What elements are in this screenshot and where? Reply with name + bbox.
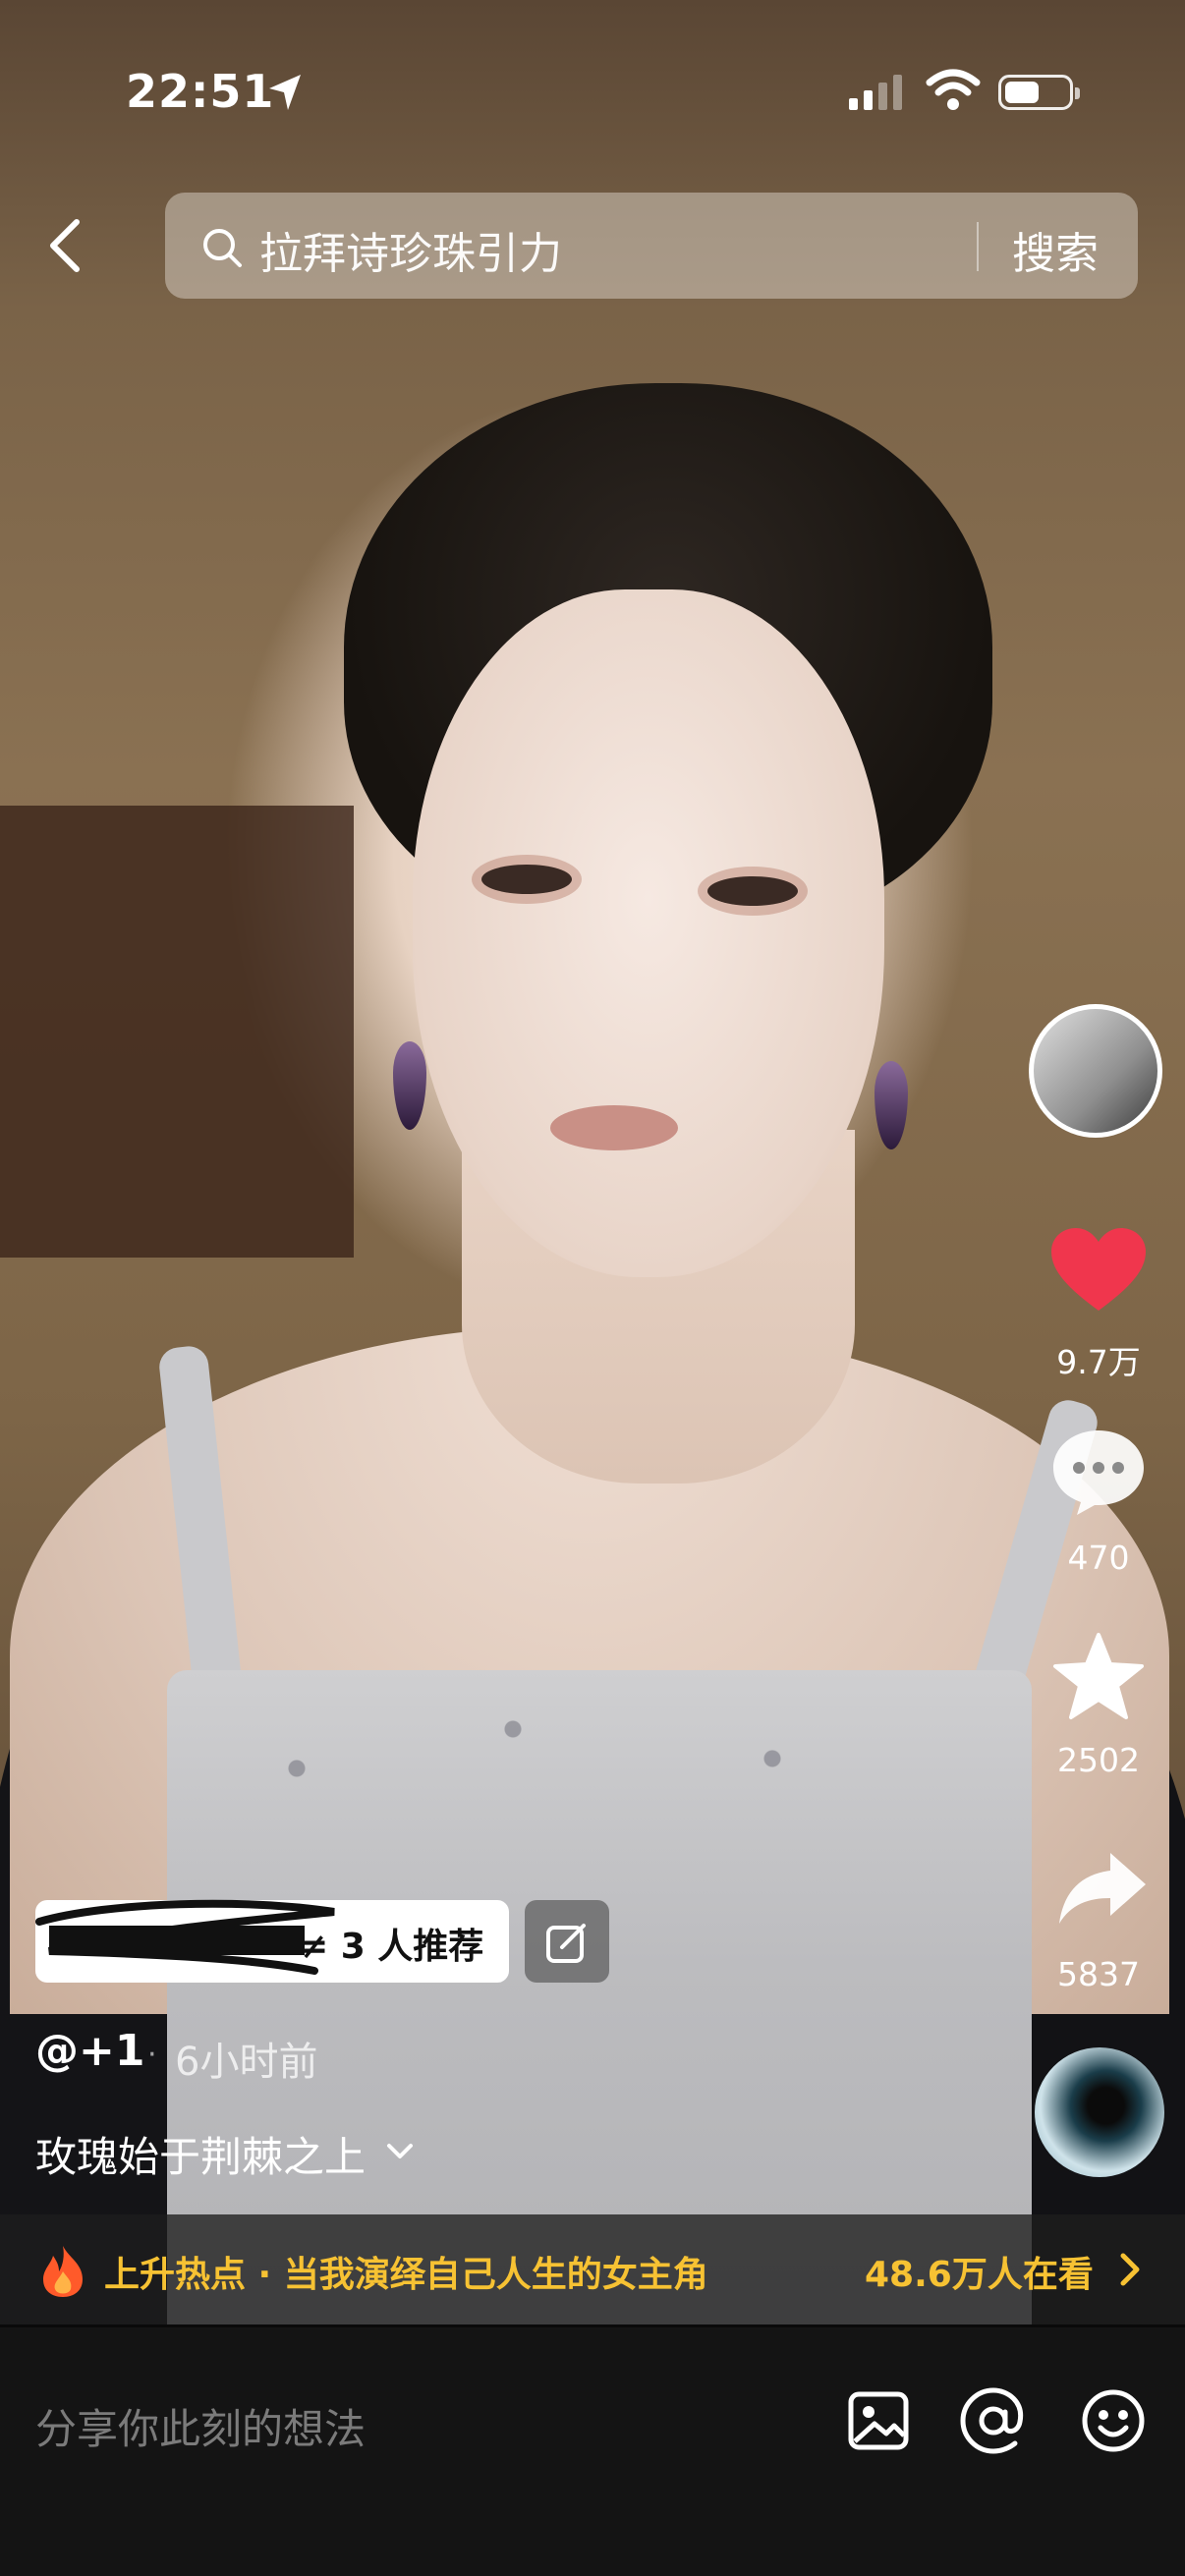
comment-bubble-icon[interactable] xyxy=(1049,1427,1148,1517)
music-disc[interactable] xyxy=(1035,2047,1164,2177)
trending-topic: 上升热点 · 当我演绎自己人生的女主角 xyxy=(104,2255,708,2295)
status-time: 22:51 xyxy=(126,65,275,118)
back-chevron-icon[interactable] xyxy=(37,214,100,277)
background-panel xyxy=(0,806,354,1258)
cellular-signal-icon xyxy=(849,75,902,110)
author-handle[interactable]: @+1 xyxy=(35,2026,144,2076)
earring-right xyxy=(875,1061,908,1149)
image-icon[interactable] xyxy=(845,2386,914,2455)
trending-viewers: 48.6万人在看 xyxy=(865,2255,1094,2295)
share-count: 5837 xyxy=(1057,1955,1140,1993)
redaction-scribble xyxy=(35,1899,335,1975)
earring-left xyxy=(393,1041,426,1130)
chevron-down-icon[interactable] xyxy=(385,2140,415,2163)
location-arrow-icon xyxy=(269,75,301,110)
post-caption[interactable]: 玫瑰始于荆棘之上 xyxy=(35,2124,366,2184)
favorite-count: 2502 xyxy=(1057,1741,1140,1779)
star-icon[interactable] xyxy=(1051,1631,1146,1721)
comment-bar: 分享你此刻的想法 xyxy=(0,2324,1185,2576)
fire-icon xyxy=(43,2246,83,2297)
heart-icon[interactable] xyxy=(1049,1226,1148,1315)
search-input[interactable]: 拉拜诗珍珠引力 xyxy=(259,218,562,281)
recommend-pill[interactable]: ≠ 3 人推荐 xyxy=(35,1899,509,1983)
battery-icon xyxy=(998,75,1080,110)
like-count: 9.7万 xyxy=(1056,1343,1141,1381)
trending-bar[interactable]: 上升热点 · 当我演绎自己人生的女主角 48.6万人在看 xyxy=(0,2214,1185,2324)
video-screen[interactable]: 22:51 拉拜诗珍珠引力 搜索 9.7万 470 2502 5837 ≠ 3 … xyxy=(0,0,1185,2576)
comment-input[interactable]: 分享你此刻的想法 xyxy=(35,2396,366,2456)
left-eye xyxy=(481,865,572,894)
search-bar[interactable]: 拉拜诗珍珠引力 搜索 xyxy=(165,193,1138,299)
comment-count: 470 xyxy=(1067,1539,1130,1577)
post-time: 6小时前 xyxy=(175,2040,318,2085)
separator-dot: · xyxy=(147,2038,157,2072)
chevron-right-icon xyxy=(1120,2253,1140,2286)
face xyxy=(413,589,884,1277)
lips xyxy=(550,1105,678,1150)
at-icon[interactable] xyxy=(959,2386,1028,2455)
recommend-text: ≠ 3 人推荐 xyxy=(299,1927,484,1967)
edit-button[interactable] xyxy=(525,1900,609,1983)
search-icon xyxy=(203,229,242,267)
search-divider xyxy=(977,222,979,271)
emoji-icon[interactable] xyxy=(1079,2386,1148,2455)
search-button[interactable]: 搜索 xyxy=(1012,218,1099,281)
edit-icon xyxy=(546,1924,586,1963)
wifi-icon xyxy=(926,69,981,110)
share-arrow-icon[interactable] xyxy=(1055,1849,1150,1928)
right-eye xyxy=(707,876,798,906)
creator-avatar[interactable] xyxy=(1029,1004,1162,1138)
